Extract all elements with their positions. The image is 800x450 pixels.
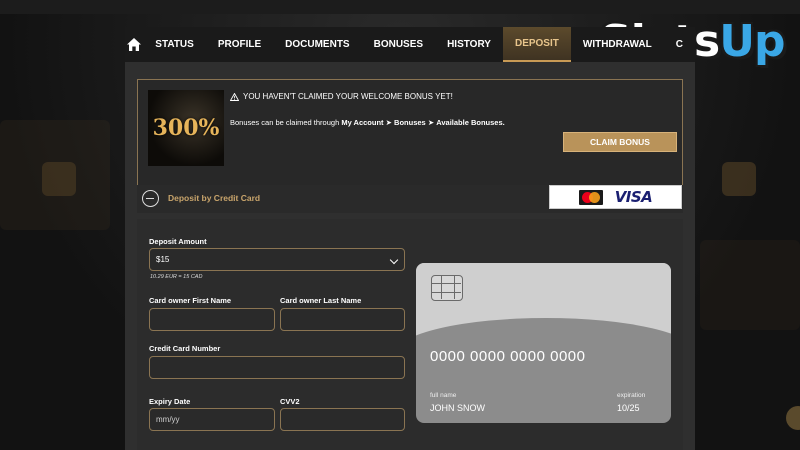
account-nav: STATUS PROFILE DOCUMENTS BONUSES HISTORY…	[125, 27, 695, 62]
deposit-section-header[interactable]: Deposit by Credit Card VISA	[137, 185, 683, 213]
banner-title: YOU HAVEN'T CLAIMED YOUR WELCOME BONUS Y…	[230, 92, 453, 101]
tab-documents[interactable]: DOCUMENTS	[273, 27, 361, 62]
card-preview-expiration-label: expiration	[617, 392, 646, 399]
tab-truncated[interactable]: C	[664, 27, 695, 62]
background-tile	[700, 240, 800, 330]
banner-text: Bonuses can be claimed through My Accoun…	[230, 118, 505, 127]
banner-text-prefix: Bonuses can be claimed through	[230, 118, 342, 127]
path-separator-icon: ➤	[427, 118, 435, 127]
path-separator-icon: ➤	[385, 118, 392, 127]
deposit-amount-label: Deposit Amount	[149, 237, 207, 246]
tab-deposit[interactable]: DEPOSIT	[502, 27, 571, 62]
account-panel: STATUS PROFILE DOCUMENTS BONUSES HISTORY…	[125, 27, 695, 450]
tab-withdrawal[interactable]: WITHDRAWAL	[571, 27, 664, 62]
card-preview-expiration: 10/25	[617, 403, 640, 413]
tab-status[interactable]: STATUS	[143, 27, 206, 62]
cvv-label: CVV2	[280, 397, 300, 406]
tab-profile[interactable]: PROFILE	[206, 27, 273, 62]
first-name-field[interactable]	[149, 308, 275, 331]
card-preview-name-label: full name	[430, 392, 457, 399]
deposit-title: Deposit by Credit Card	[168, 193, 261, 203]
card-number-label: Credit Card Number	[149, 344, 221, 353]
claim-bonus-button[interactable]: CLAIM BONUS	[563, 132, 677, 152]
deposit-form: Deposit Amount $15 10.29 EUR = 15 CAD Ca…	[137, 219, 683, 450]
card-number-field[interactable]	[149, 356, 405, 379]
first-name-label: Card owner First Name	[149, 296, 232, 305]
card-preview-number: 0000 0000 0000 0000	[430, 348, 586, 365]
welcome-bonus-banner: 300% YOU HAVEN'T CLAIMED YOUR WELCOME BO…	[137, 79, 683, 193]
logo-text-up: Up	[719, 16, 785, 67]
banner-title-text: YOU HAVEN'T CLAIMED YOUR WELCOME BONUS Y…	[243, 92, 453, 101]
tab-bonuses[interactable]: BONUSES	[362, 27, 435, 62]
cvv-field[interactable]	[280, 408, 405, 431]
background-tile	[0, 120, 110, 230]
banner-path-account: My Account	[341, 118, 384, 127]
deposit-amount-select[interactable]: $15	[149, 248, 405, 271]
home-icon	[127, 38, 142, 51]
tab-history[interactable]: HISTORY	[435, 27, 503, 62]
expiry-placeholder: mm/yy	[156, 415, 180, 424]
banner-path-available: Available Bonuses.	[436, 118, 505, 127]
last-name-label: Card owner Last Name	[280, 296, 362, 305]
deposit-amount-value: $15	[156, 255, 170, 264]
expiry-date-field[interactable]: mm/yy	[149, 408, 275, 431]
visa-logo: VISA	[614, 188, 653, 206]
card-preview-name: JOHN SNOW	[430, 403, 485, 413]
background-right-arrow	[722, 162, 756, 196]
warning-icon	[230, 92, 239, 101]
collapse-minus-icon[interactable]	[142, 190, 159, 207]
bonus-image: 300%	[148, 90, 224, 166]
card-brands-badge: VISA	[549, 185, 682, 209]
mastercard-icon	[578, 189, 603, 205]
home-button[interactable]	[125, 27, 143, 62]
expiry-date-label: Expiry Date	[149, 397, 191, 406]
credit-card-preview: 0000 0000 0000 0000 full name JOHN SNOW …	[416, 263, 671, 423]
exchange-rate-note: 10.29 EUR = 15 CAD	[150, 274, 203, 280]
banner-path-bonuses: Bonuses	[394, 118, 426, 127]
card-chip-icon	[431, 275, 463, 301]
chevron-down-icon	[389, 255, 399, 265]
last-name-field[interactable]	[280, 308, 405, 331]
